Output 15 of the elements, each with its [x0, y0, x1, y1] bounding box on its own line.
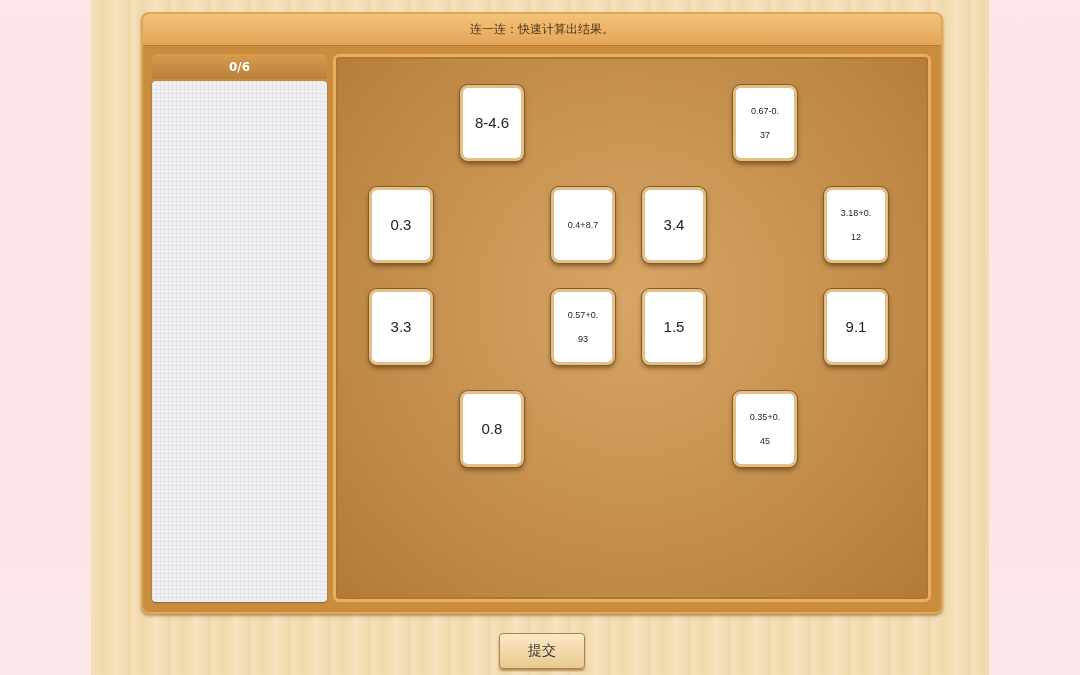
number-card[interactable]: 0.3 — [369, 187, 433, 263]
score-counter: 0/6 — [152, 54, 327, 79]
number-card[interactable]: 0.67-0.37 — [733, 85, 797, 161]
number-card[interactable]: 0.35+0.45 — [733, 391, 797, 467]
number-card[interactable]: 9.1 — [824, 289, 888, 365]
number-card[interactable]: 1.5 — [642, 289, 706, 365]
instruction-title: 连一连：快速计算出结果。 — [470, 21, 614, 38]
submit-button[interactable]: 提交 — [499, 633, 585, 669]
number-card[interactable]: 8-4.6 — [460, 85, 524, 161]
number-card[interactable]: 0.57+0.93 — [551, 289, 615, 365]
number-card[interactable]: 0.4+8.7 — [551, 187, 615, 263]
number-card[interactable]: 0.8 — [460, 391, 524, 467]
number-card[interactable]: 3.3 — [369, 289, 433, 365]
number-card[interactable]: 3.18+0.12 — [824, 187, 888, 263]
number-card[interactable]: 3.4 — [642, 187, 706, 263]
